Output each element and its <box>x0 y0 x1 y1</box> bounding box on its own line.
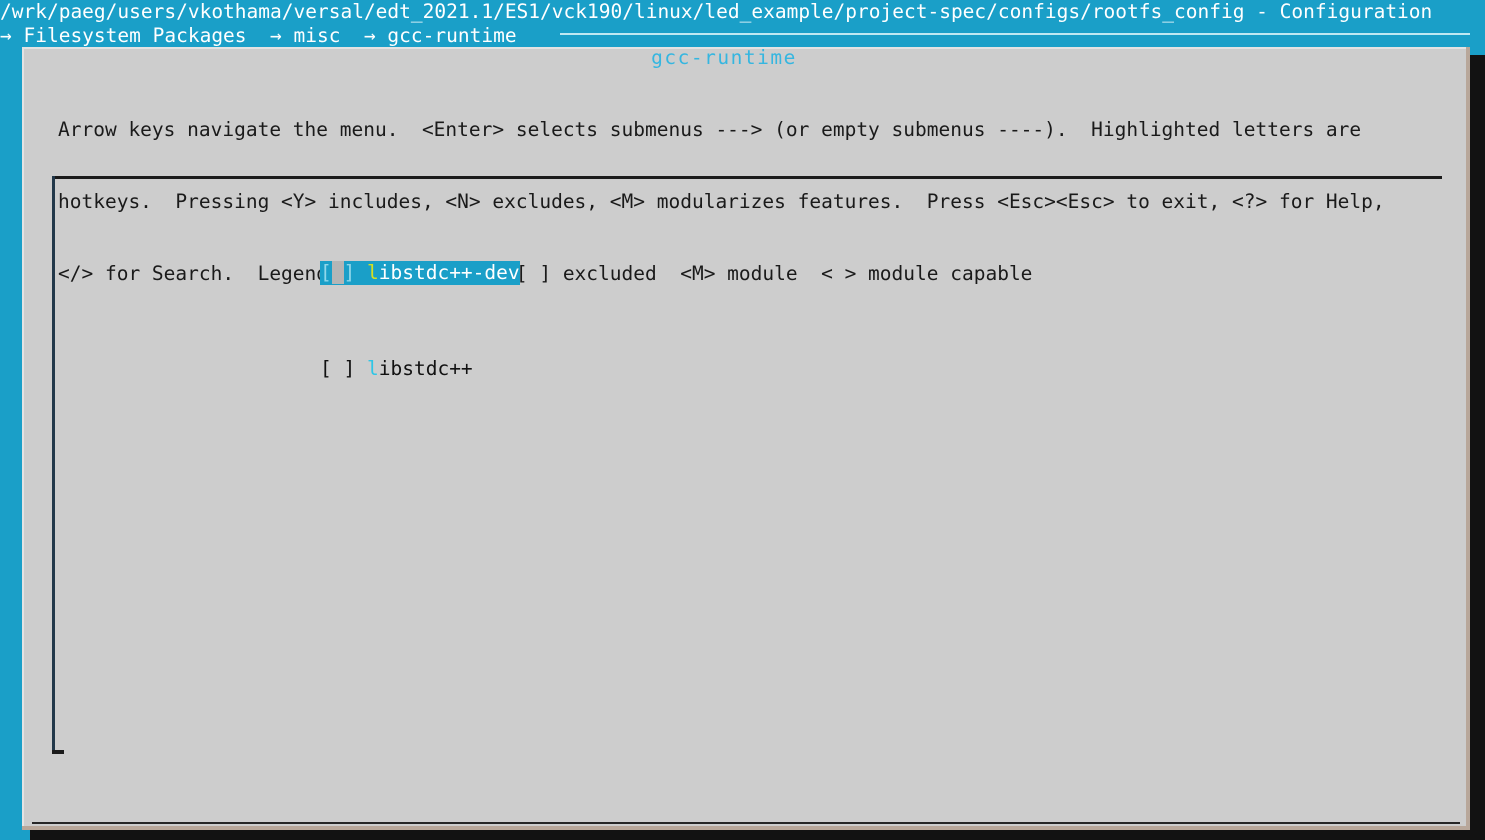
listbox-border-left <box>52 176 55 754</box>
dialog-border-right <box>1466 47 1470 830</box>
checkbox-cursor <box>331 261 344 284</box>
help-line-3: </> for Search. Legend: [*] built-in [ ]… <box>58 262 1033 285</box>
help-line-2: hotkeys. Pressing <Y> includes, <N> excl… <box>58 190 1385 213</box>
breadcrumb: → Filesystem Packages → misc → gcc-runti… <box>0 24 517 47</box>
checkbox-open-bracket: [ <box>320 261 332 284</box>
dialog-border-left <box>22 47 24 830</box>
menu-item-hotkey: l <box>367 357 379 380</box>
menu-item-libstdcpp-dev[interactable]: [ ] libstdc++-dev <box>320 261 520 285</box>
terminal-bottom-left-block <box>0 830 22 840</box>
button-bar: <Select> < Exit > < Help > < Save > < Lo… <box>0 789 1448 815</box>
checkbox-cursor <box>332 357 344 380</box>
menu-item-libstdcpp[interactable]: [ ] libstdc++ <box>320 357 473 381</box>
window-title: /wrk/paeg/users/vkothama/versal/edt_2021… <box>0 0 1433 23</box>
menu-item-hotkey: l <box>367 261 379 284</box>
breadcrumb-rule <box>560 33 1470 35</box>
dialog-border-bottom <box>22 826 1470 830</box>
menu-item-spacer <box>355 357 367 380</box>
menu-item-spacer <box>355 261 367 284</box>
menu-item-label: ibstdc++-dev <box>378 261 520 284</box>
checkbox-close-bracket: ] <box>343 357 356 380</box>
help-line-1: Arrow keys navigate the menu. <Enter> se… <box>58 118 1362 141</box>
checkbox-close-bracket: ] <box>343 261 356 284</box>
checkbox-open-bracket: [ <box>320 357 332 380</box>
terminal-screen: /wrk/paeg/users/vkothama/versal/edt_2021… <box>0 0 1485 840</box>
help-text: Arrow keys navigate the menu. <Enter> se… <box>58 70 1385 334</box>
dialog-title: gcc-runtime <box>651 46 797 69</box>
terminal-left-gutter <box>0 47 22 840</box>
dialog-separator-bottom <box>32 822 1460 824</box>
listbox-border-left-end <box>52 750 64 754</box>
menu-item-label: ibstdc++ <box>378 357 473 380</box>
listbox-border-top <box>52 176 1442 179</box>
menu-list: [ ] libstdc++-dev [ ] libstdc++ <box>320 189 520 453</box>
